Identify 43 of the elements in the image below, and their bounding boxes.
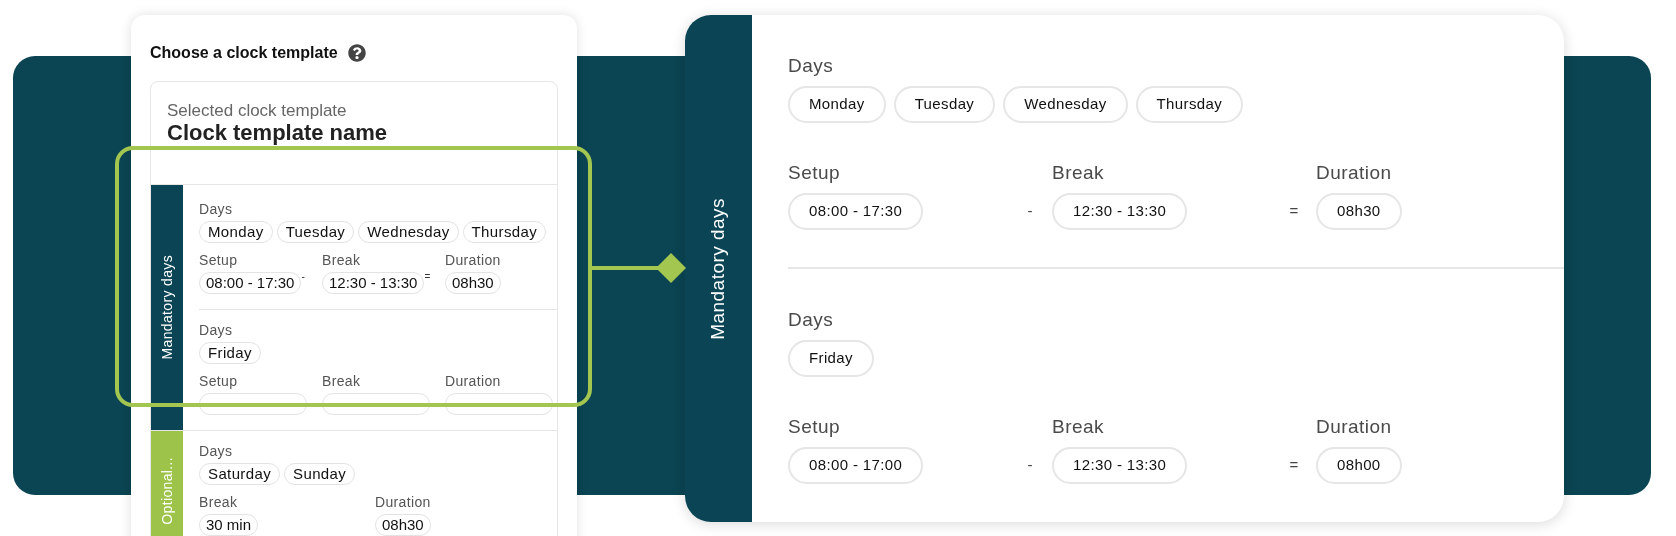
days-label: Days xyxy=(199,200,234,218)
field-label: Break xyxy=(322,372,361,390)
time-chip: 08:00 - 17:00 xyxy=(788,447,924,484)
field-label: Setup xyxy=(199,251,238,269)
field-label: Break xyxy=(322,251,361,269)
time-chip: 08h00 xyxy=(1316,447,1402,484)
day-chip: Wednesday xyxy=(1003,86,1128,123)
section-label: Optional... xyxy=(157,457,176,525)
field-label: Duration xyxy=(445,251,501,269)
days-label: Days xyxy=(199,442,234,460)
field-label: Duration xyxy=(1316,161,1392,185)
field-label: Setup xyxy=(199,372,238,390)
field-label: Setup xyxy=(788,161,841,185)
field-label: Duration xyxy=(375,493,431,511)
section-label: Mandatory days xyxy=(157,255,176,360)
field-label: Break xyxy=(1052,415,1104,439)
operator-sign: - xyxy=(1027,455,1033,476)
day-chip: Monday xyxy=(788,86,886,123)
template-name: Clock template name xyxy=(167,122,389,144)
day-chip: Friday xyxy=(788,340,874,377)
operator-sign: = xyxy=(1289,201,1299,222)
field-label: Duration xyxy=(1316,415,1392,439)
operator-sign: - xyxy=(301,272,305,282)
day-chip: Tuesday xyxy=(893,86,996,123)
field-label: Setup xyxy=(788,415,841,439)
section-label: Mandatory days xyxy=(706,197,730,340)
field-label: Duration xyxy=(445,372,501,390)
time-chip: 08h30 xyxy=(1316,193,1402,230)
selected-template-label: Selected clock template xyxy=(167,100,348,122)
day-chip: Thursday xyxy=(1135,86,1244,123)
time-chip: 08:00 - 17:30 xyxy=(788,193,924,230)
field-label: Break xyxy=(1052,161,1104,185)
help-icon[interactable] xyxy=(347,44,366,62)
field-label: Break xyxy=(199,493,238,511)
operator-sign: = xyxy=(424,272,431,282)
operator-sign: - xyxy=(1027,201,1033,222)
card-title: Choose a clock template xyxy=(150,43,338,63)
days-label: Days xyxy=(788,308,835,332)
operator-sign: = xyxy=(1289,455,1299,476)
days-label: Days xyxy=(788,54,835,78)
days-label: Days xyxy=(199,321,234,339)
time-chip: 12:30 - 13:30 xyxy=(1052,447,1188,484)
time-chip: 12:30 - 13:30 xyxy=(1052,193,1188,230)
